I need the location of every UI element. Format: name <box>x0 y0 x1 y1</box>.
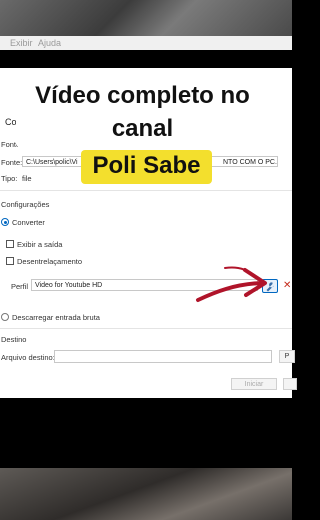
title-line-1: Vídeo completo no <box>35 82 250 109</box>
channel-name: Poli Sabe <box>92 152 201 179</box>
red-arrow-icon <box>196 266 267 302</box>
title-line-2: canal <box>111 115 174 142</box>
